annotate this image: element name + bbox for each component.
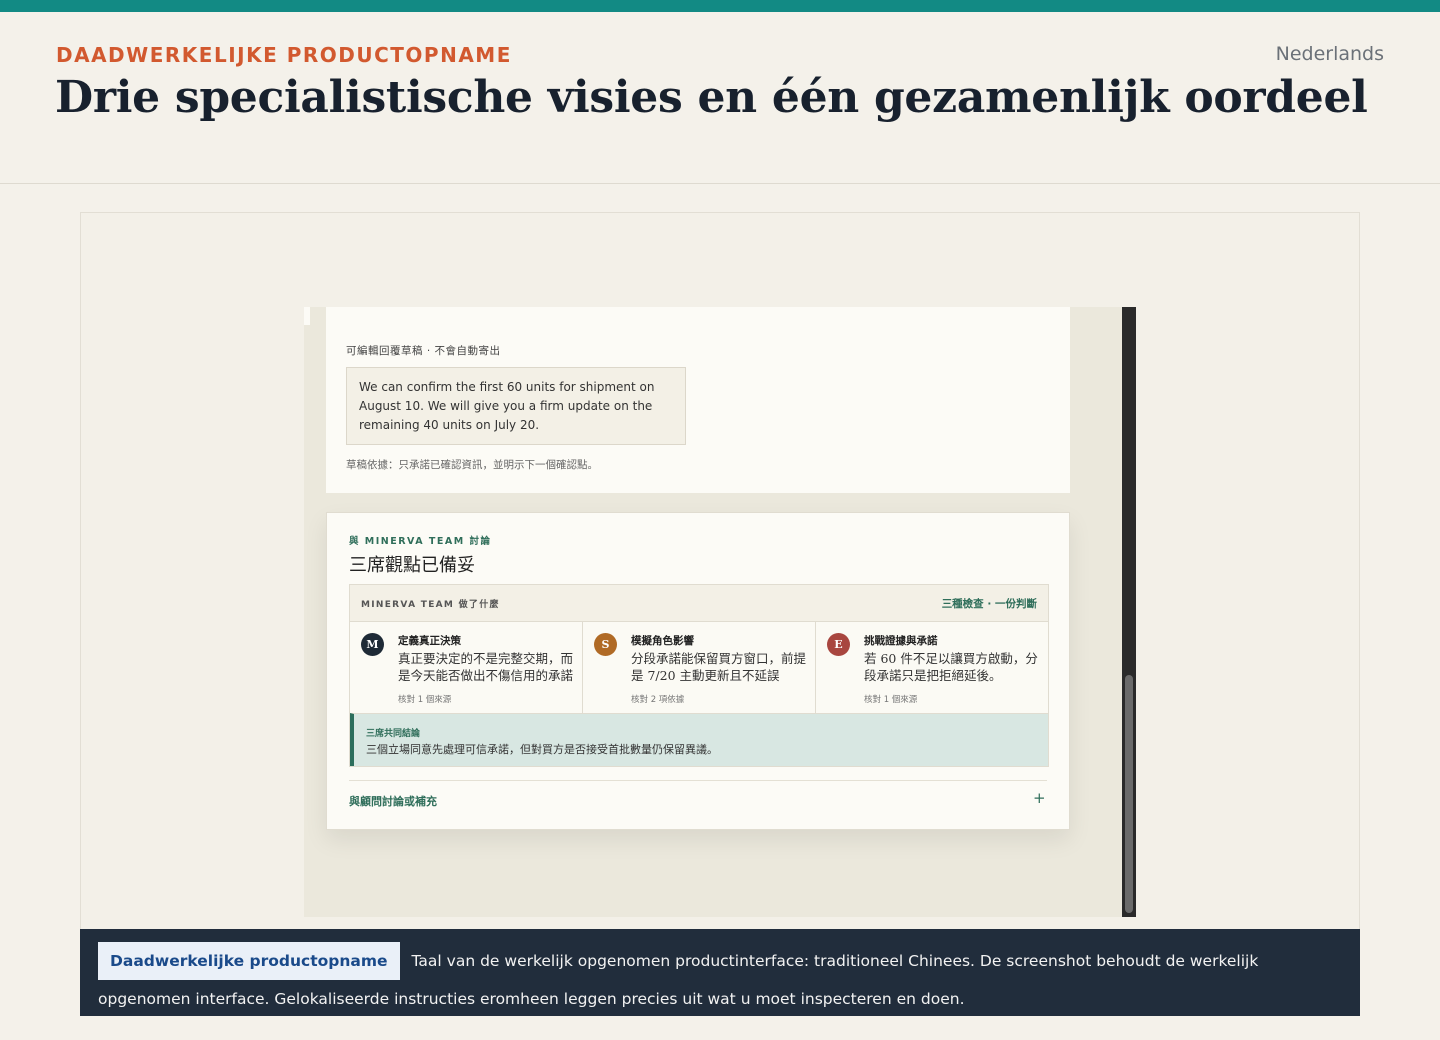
role-source-count: 核對 1 個來源: [398, 695, 452, 705]
discussion-panel: 與 MINERVA TEAM 討論 三席觀點已備妥 MINERVA TEAM 做…: [326, 512, 1070, 830]
role-text: 若 60 件不足以讓買方啟動，分段承諾只是把拒絕延後。: [864, 651, 1038, 683]
avatar: M: [361, 633, 384, 656]
role-text: 真正要決定的不是完整交期，而是今天能否做出不傷信用的承諾: [398, 651, 574, 683]
team-summary-header: MINERVA TEAM 做了什麼 三種檢查 · 一份判斷: [350, 585, 1048, 622]
avatar: S: [594, 633, 617, 656]
draft-label: 可編輯回覆草稿 · 不會自動寄出: [346, 345, 501, 357]
page-header: DAADWERKELIJKE PRODUCTOPNAME Nederlands …: [0, 12, 1440, 184]
verdict-text: 三個立場同意先處理可信承諾，但對買方是否接受首批數量仍保留異議。: [366, 743, 718, 756]
draft-basis-note: 草稿依據：只承諾已確認資訊，並明示下一個確認點。: [346, 459, 598, 471]
scrollbar[interactable]: [1122, 307, 1136, 917]
role-title: 挑戰證據與承諾: [864, 635, 938, 647]
role-title: 定義真正決策: [398, 635, 461, 647]
page-title: Drie specialistische visies en één gezam…: [55, 72, 1368, 123]
role-card-m[interactable]: M 定義真正決策 真正要決定的不是完整交期，而是今天能否做出不傷信用的承諾 核對…: [350, 622, 582, 713]
team-summary-box: MINERVA TEAM 做了什麼 三種檢查 · 一份判斷 M 定義真正決策 真…: [349, 584, 1049, 767]
team-heading: MINERVA TEAM 做了什麼: [361, 600, 500, 610]
divider: [349, 780, 1047, 781]
draft-card: 可編輯回覆草稿 · 不會自動寄出 We can confirm the firs…: [326, 307, 1070, 493]
scrollbar-thumb[interactable]: [1125, 675, 1133, 913]
language-selector[interactable]: Nederlands: [1276, 43, 1384, 65]
discussion-label: 與 MINERVA TEAM 討論: [349, 536, 492, 547]
role-title: 模擬角色影響: [631, 635, 694, 647]
role-card-e[interactable]: E 挑戰證據與承諾 若 60 件不足以讓買方啟動，分段承諾只是把拒絕延後。 核對…: [815, 622, 1048, 713]
joint-verdict: 三席共同結論 三個立場同意先處理可信承諾，但對買方是否接受首批數量仍保留異議。: [350, 713, 1048, 766]
draft-reply-textbox[interactable]: We can confirm the first 60 units for sh…: [346, 367, 686, 445]
verdict-label: 三席共同結論: [366, 729, 421, 739]
product-screenshot: 可編輯回覆草稿 · 不會自動寄出 We can confirm the firs…: [304, 307, 1136, 917]
team-summary: 三種檢查 · 一份判斷: [941, 598, 1037, 610]
plus-icon[interactable]: +: [1033, 789, 1046, 807]
role-source-count: 核對 1 個來源: [864, 695, 918, 705]
role-text: 分段承諾能保留買方窗口，前提是 7/20 主動更新且不延誤: [631, 651, 807, 683]
eyebrow-label: DAADWERKELIJKE PRODUCTOPNAME: [56, 43, 512, 67]
card-edge: [304, 307, 310, 325]
panel-title: 三席觀點已備妥: [349, 555, 475, 576]
screenshot-frame: 可編輯回覆草稿 · 不會自動寄出 We can confirm the firs…: [80, 212, 1360, 930]
caption-bar: Daadwerkelijke productopname Taal van de …: [80, 929, 1360, 1016]
top-accent-bar: [0, 0, 1440, 12]
role-card-s[interactable]: S 模擬角色影響 分段承諾能保留買方窗口，前提是 7/20 主動更新且不延誤 核…: [582, 622, 815, 713]
role-source-count: 核對 2 項依據: [631, 695, 685, 705]
caption-badge: Daadwerkelijke productopname: [98, 942, 400, 980]
avatar: E: [827, 633, 850, 656]
advisor-discussion-toggle[interactable]: 與顧問討論或補充: [349, 793, 437, 809]
